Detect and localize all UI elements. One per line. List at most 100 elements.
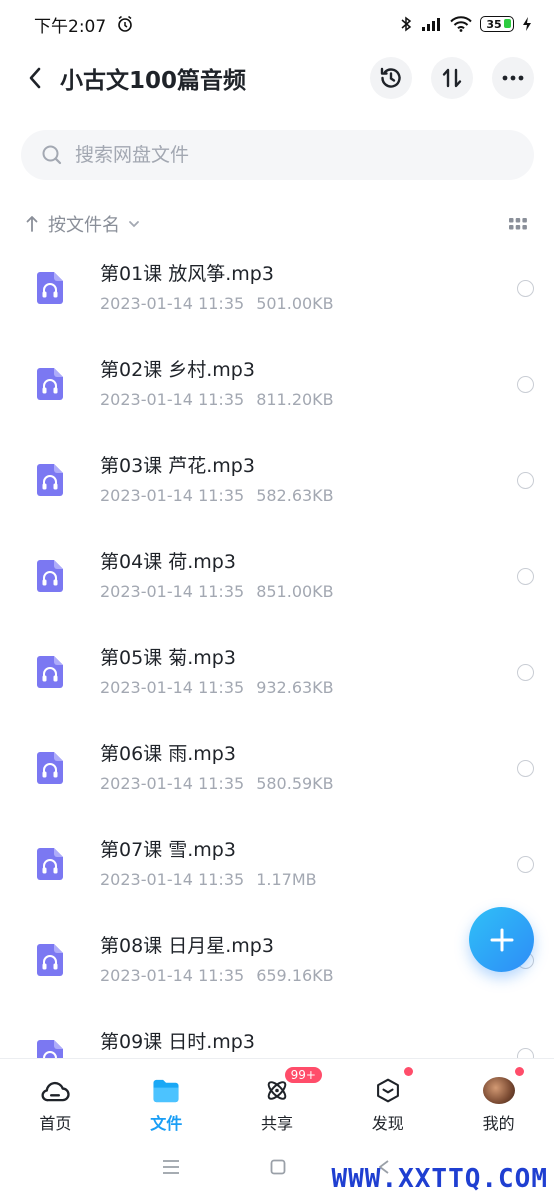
search-bar[interactable] <box>21 130 534 180</box>
nav-files[interactable]: 文件 <box>111 1059 222 1134</box>
bluetooth-icon <box>401 16 412 32</box>
select-radio[interactable] <box>517 1047 534 1058</box>
audio-file-icon <box>37 752 63 784</box>
header: 小古文100篇音频 <box>0 48 554 108</box>
file-meta: 2023-01-14 11:35 582.63KB <box>100 485 517 507</box>
cube-discover-icon <box>376 1078 399 1103</box>
file-size: 811.20KB <box>256 390 334 409</box>
history-button[interactable] <box>370 57 412 99</box>
transfer-button[interactable] <box>431 57 473 99</box>
cloud-home-icon <box>41 1081 71 1102</box>
audio-file-icon <box>37 368 63 400</box>
sort-row: 按文件名 <box>26 206 528 242</box>
file-date: 2023-01-14 11:35 <box>100 870 245 889</box>
file-date: 2023-01-14 11:35 <box>100 582 245 601</box>
plus-icon <box>490 928 513 951</box>
file-name: 第05课 菊.mp3 <box>100 647 236 669</box>
file-name: 第03课 芦花.mp3 <box>100 455 255 477</box>
file-meta: 2023-01-14 11:35 851.00KB <box>100 581 517 603</box>
file-list-item[interactable]: 第04课 荷.mp3 2023-01-14 11:35 851.00KB <box>0 528 554 624</box>
file-size: 932.63KB <box>256 678 334 697</box>
home-square-icon[interactable] <box>270 1159 286 1175</box>
sort-arrows-icon <box>442 68 462 88</box>
select-radio[interactable] <box>517 567 534 585</box>
avatar <box>482 1077 515 1104</box>
file-size: 851.00KB <box>256 582 334 601</box>
file-list-item[interactable]: 第09课 日时.mp3 <box>0 1008 554 1058</box>
audio-file-icon <box>37 944 63 976</box>
file-list-item[interactable]: 第07课 雪.mp3 2023-01-14 11:35 1.17MB <box>0 816 554 912</box>
file-meta: 2023-01-14 11:35 501.00KB <box>100 293 517 315</box>
file-list-item[interactable]: 第05课 菊.mp3 2023-01-14 11:35 932.63KB <box>0 624 554 720</box>
select-radio[interactable] <box>517 663 534 681</box>
file-meta: 2023-01-14 11:35 659.16KB <box>100 965 517 987</box>
select-radio[interactable] <box>517 279 534 297</box>
file-size: 582.63KB <box>256 486 334 505</box>
file-date: 2023-01-14 11:35 <box>100 678 245 697</box>
select-radio[interactable] <box>517 375 534 393</box>
select-radio[interactable] <box>517 855 534 873</box>
profile-dot <box>515 1067 525 1076</box>
file-name: 第04课 荷.mp3 <box>100 551 236 573</box>
file-meta: 2023-01-14 11:35 811.20KB <box>100 389 517 411</box>
file-date: 2023-01-14 11:35 <box>100 486 245 505</box>
wifi-icon <box>450 16 472 32</box>
charging-icon <box>523 17 531 31</box>
audio-file-icon <box>37 464 63 496</box>
nav-discover[interactable]: 发现 <box>332 1059 443 1134</box>
audio-file-icon <box>37 848 63 880</box>
search-input[interactable] <box>75 144 495 166</box>
file-list-item[interactable]: 第06课 雨.mp3 2023-01-14 11:35 580.59KB <box>0 720 554 816</box>
more-button[interactable] <box>492 57 534 99</box>
grid-view-icon[interactable] <box>508 217 528 231</box>
file-name: 第09课 日时.mp3 <box>100 1031 255 1053</box>
audio-file-icon <box>37 272 63 304</box>
nav-profile[interactable]: 我的 <box>443 1059 554 1134</box>
battery-icon: 35 <box>480 16 514 32</box>
file-meta: 2023-01-14 11:35 932.63KB <box>100 677 517 699</box>
history-icon <box>380 67 401 88</box>
file-meta: 2023-01-14 11:35 580.59KB <box>100 773 517 795</box>
battery-level: 35 <box>486 17 502 31</box>
cellular-signal-icon <box>422 18 440 31</box>
file-list-item[interactable]: 第02课 乡村.mp3 2023-01-14 11:35 811.20KB <box>0 336 554 432</box>
watermark: WWW.XXTTQ.COM <box>331 1164 548 1194</box>
nav-home[interactable]: 首页 <box>0 1059 111 1134</box>
nav-share-label: 共享 <box>260 1114 293 1133</box>
select-radio[interactable] <box>517 759 534 777</box>
file-list-item[interactable]: 第01课 放风筝.mp3 2023-01-14 11:35 501.00KB <box>0 240 554 336</box>
select-radio[interactable] <box>517 471 534 489</box>
menu-icon[interactable] <box>162 1159 180 1175</box>
nav-share[interactable]: 共享 99+ <box>222 1059 333 1134</box>
more-icon <box>502 75 524 81</box>
nav-profile-label: 我的 <box>482 1114 515 1133</box>
sort-label[interactable]: 按文件名 <box>48 211 120 237</box>
chevron-left-icon <box>29 67 41 89</box>
file-size: 580.59KB <box>256 774 334 793</box>
file-size: 659.16KB <box>256 966 334 985</box>
file-name: 第02课 乡村.mp3 <box>100 359 255 381</box>
file-size: 1.17MB <box>256 870 317 889</box>
back-button[interactable] <box>20 58 50 98</box>
chevron-down-icon[interactable] <box>128 220 140 228</box>
alarm-icon <box>118 15 132 32</box>
discover-dot <box>404 1067 414 1076</box>
search-icon <box>42 145 62 165</box>
file-list-item[interactable]: 第03课 芦花.mp3 2023-01-14 11:35 582.63KB <box>0 432 554 528</box>
share-badge: 99+ <box>284 1067 322 1083</box>
arrow-up-icon[interactable] <box>26 215 38 233</box>
bottom-nav: 首页 文件 共享 99+ 发现 我的 <box>0 1058 554 1134</box>
nav-discover-label: 发现 <box>371 1114 404 1133</box>
file-meta: 2023-01-14 11:35 1.17MB <box>100 869 517 891</box>
file-name: 第01课 放风筝.mp3 <box>100 263 274 285</box>
file-name: 第06课 雨.mp3 <box>100 743 236 765</box>
file-date: 2023-01-14 11:35 <box>100 390 245 409</box>
file-name: 第08课 日月星.mp3 <box>100 935 274 957</box>
audio-file-icon <box>37 656 63 688</box>
audio-file-icon <box>37 1040 63 1058</box>
audio-file-icon <box>37 560 63 592</box>
nav-files-label: 文件 <box>150 1114 183 1133</box>
page-title: 小古文100篇音频 <box>60 68 247 94</box>
add-button[interactable] <box>469 907 534 972</box>
file-size: 501.00KB <box>256 294 334 313</box>
